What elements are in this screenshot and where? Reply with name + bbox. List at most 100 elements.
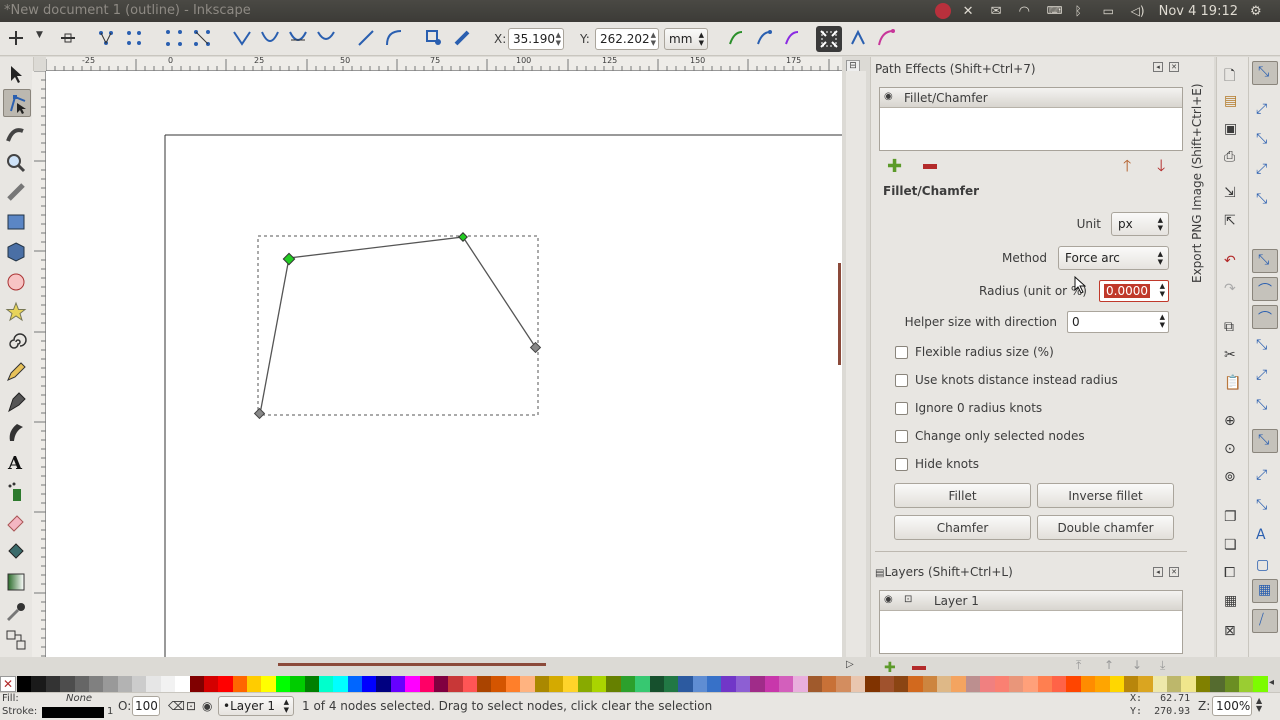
close-panel-icon[interactable]: ✕ (1169, 62, 1179, 72)
color-swatch[interactable] (764, 676, 779, 692)
color-swatch[interactable] (419, 676, 434, 692)
add-layer-icon[interactable]: ✚ (884, 660, 896, 676)
color-swatch[interactable] (1210, 676, 1225, 692)
method-combo[interactable]: Force arc ▲ ▼ (1058, 246, 1169, 270)
checkbox-box[interactable] (895, 457, 908, 471)
calligraphy-tool-icon[interactable] (5, 421, 27, 443)
canvas-scroll-area[interactable] (846, 71, 866, 657)
color-swatch[interactable] (160, 676, 176, 692)
measure-tool-icon[interactable] (5, 181, 27, 203)
unlink-clone-icon[interactable]: ⧠ (1224, 565, 1242, 583)
snap-smooth-icon[interactable]: ⤢ (1256, 367, 1274, 385)
color-swatch[interactable] (175, 676, 190, 692)
mail-icon[interactable]: ✉ (991, 4, 1007, 19)
opacity-input[interactable]: 100 (132, 696, 160, 716)
show-outline-icon[interactable] (782, 28, 802, 48)
lock-icon[interactable]: ⊡ (904, 594, 912, 605)
checkbox-box[interactable] (895, 429, 908, 443)
snap-rotation-center-icon[interactable]: ⤡ (1256, 497, 1274, 515)
import-icon[interactable]: ⇲ (1224, 185, 1242, 203)
redo-icon[interactable]: ↷ (1224, 281, 1242, 299)
double-chamfer-button[interactable]: Double chamfer (1037, 515, 1174, 540)
color-swatch[interactable] (778, 676, 794, 692)
delete-node-icon[interactable] (58, 28, 78, 48)
color-swatch[interactable] (707, 676, 722, 692)
cut-icon[interactable]: ✂ (1224, 347, 1242, 365)
color-swatch[interactable] (922, 676, 937, 692)
path-node-selected[interactable] (282, 252, 296, 266)
use-knots-distance-checkbox[interactable]: Use knots distance instead radius (895, 372, 1118, 388)
drawing-canvas[interactable] (46, 71, 842, 657)
path-node[interactable] (253, 407, 266, 420)
paint-bucket-tool-icon[interactable] (5, 541, 27, 563)
eye-icon[interactable]: ◉ (202, 699, 212, 713)
snap-bbox-icon[interactable]: ⤢ (1256, 101, 1274, 119)
color-swatch[interactable] (692, 676, 707, 692)
color-swatch[interactable] (31, 676, 46, 692)
effect-list[interactable]: ◉ Fillet/Chamfer (879, 87, 1183, 151)
arrow-icon[interactable]: ⌫ (168, 699, 185, 713)
insert-node-icon[interactable] (6, 28, 26, 48)
color-swatch[interactable] (1037, 676, 1052, 692)
color-swatch[interactable] (1253, 676, 1268, 692)
show-handles-icon[interactable] (754, 28, 774, 48)
keyboard-icon[interactable]: ⌨ (1047, 4, 1063, 18)
selector-tool-icon[interactable] (5, 63, 27, 85)
star-tool-icon[interactable] (5, 301, 27, 323)
lock-icon[interactable]: ⊡ (186, 699, 196, 713)
color-swatch[interactable] (1167, 676, 1182, 692)
snap-page-border-icon[interactable]: ▢ (1256, 557, 1274, 575)
color-swatch[interactable] (462, 676, 477, 692)
color-swatch[interactable] (146, 676, 161, 692)
color-swatch[interactable] (88, 676, 104, 692)
network-icon[interactable]: ◠ (1019, 4, 1035, 19)
export-icon[interactable]: ⇱ (1224, 213, 1242, 231)
color-swatch[interactable] (750, 676, 765, 692)
color-swatch[interactable] (247, 676, 262, 692)
hide-knots-checkbox[interactable]: Hide knots (895, 456, 979, 472)
clone-icon[interactable]: ❏ (1224, 537, 1242, 555)
node-cusp-icon[interactable] (232, 28, 252, 48)
y-coordinate-input[interactable]: 262.202 ▲ ▼ (595, 28, 659, 50)
node-auto-smooth-icon[interactable] (316, 28, 336, 48)
color-swatch[interactable] (290, 676, 305, 692)
effect-list-item[interactable]: ◉ Fillet/Chamfer (880, 88, 1182, 108)
color-swatch[interactable] (232, 676, 247, 692)
snap-grids-toggle[interactable]: ▦ (1252, 579, 1278, 603)
settings-icon[interactable]: ✕ (963, 4, 979, 19)
color-swatch[interactable] (74, 676, 89, 692)
color-swatch[interactable] (1224, 676, 1239, 692)
zoom-page-icon[interactable]: ⊚ (1224, 469, 1242, 487)
color-swatch[interactable] (678, 676, 693, 692)
power-icon[interactable]: ⚙ (1250, 4, 1266, 19)
snap-bbox-midpoint-icon[interactable]: ⤡ (1256, 191, 1274, 209)
color-swatch[interactable] (577, 676, 592, 692)
print-icon[interactable]: ⎙ (1224, 149, 1242, 167)
layer-to-top-icon[interactable]: ⤒ (1076, 658, 1081, 673)
segment-curve-icon[interactable] (384, 28, 404, 48)
unit-select[interactable]: mm ▲ ▼ (664, 28, 708, 50)
spray-tool-icon[interactable] (5, 481, 27, 503)
show-bounding-box-toggle[interactable] (816, 26, 842, 52)
color-swatch[interactable] (1052, 676, 1067, 692)
snap-text-baseline-icon[interactable]: A (1256, 527, 1274, 545)
scroll-right-arrow-icon[interactable]: ▷ (846, 659, 854, 670)
color-swatch[interactable] (620, 676, 636, 692)
color-swatch[interactable] (218, 676, 233, 692)
color-swatch[interactable] (433, 676, 449, 692)
remove-effect-icon[interactable] (923, 164, 937, 169)
close-panel-icon[interactable]: ✕ (1169, 567, 1179, 577)
radius-input[interactable]: 0.0000 ▲ ▼ (1099, 280, 1169, 302)
flexible-radius-checkbox[interactable]: Flexible radius size (%) (895, 344, 1054, 360)
color-swatch[interactable] (505, 676, 521, 692)
color-swatch[interactable] (132, 676, 147, 692)
change-only-selected-checkbox[interactable]: Change only selected nodes (895, 428, 1085, 444)
color-swatch[interactable] (60, 676, 75, 692)
pen-tool-icon[interactable] (5, 391, 27, 413)
color-swatch[interactable] (520, 676, 535, 692)
color-swatch[interactable] (17, 676, 32, 692)
snap-others-toggle[interactable]: ⤡ (1252, 429, 1278, 453)
color-swatch[interactable] (649, 676, 664, 692)
color-swatch[interactable] (362, 676, 377, 692)
no-paint-swatch[interactable]: ✕ (0, 676, 16, 692)
